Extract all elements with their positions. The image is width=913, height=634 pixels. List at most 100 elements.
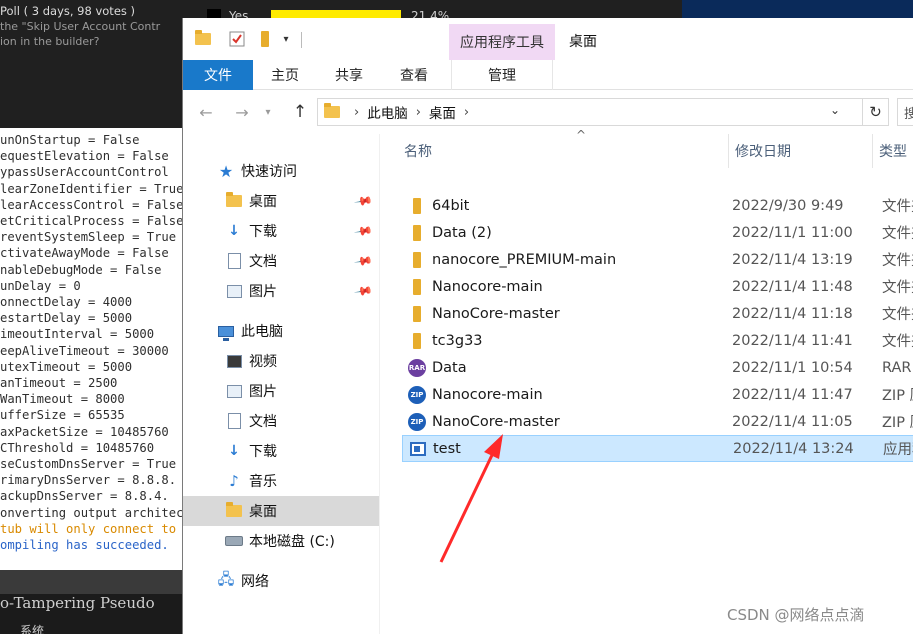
background-scrollbar[interactable]: [0, 570, 182, 594]
chevron-right-icon[interactable]: ›: [416, 105, 421, 120]
file-name: NanoCore-master: [432, 413, 560, 430]
tab-manage[interactable]: 管理: [451, 60, 553, 90]
sidebar-item-label: 桌面: [249, 194, 277, 210]
file-row[interactable]: NanoCore-master 2022/11/4 11:18 文件夹: [402, 300, 913, 327]
poll-question-2: ion in the builder?: [0, 35, 100, 48]
console-line: unOnStartup = False: [0, 133, 140, 147]
file-modified-date: 2022/11/1 10:54: [732, 359, 853, 376]
tab-file[interactable]: 文件: [183, 60, 253, 90]
file-name: test: [433, 440, 461, 457]
sidebar-item-pictures[interactable]: 图片: [183, 376, 379, 406]
sidebar-item-label: 文档: [249, 254, 277, 270]
pin-icon[interactable]: 📌: [353, 281, 373, 301]
file-modified-date: 2022/11/4 11:48: [732, 278, 853, 295]
folder-icon: [406, 196, 428, 216]
file-row[interactable]: nanocore_PREMIUM-main 2022/11/4 13:19 文件夹: [402, 246, 913, 273]
sidebar-item-music[interactable]: ♪ 音乐: [183, 466, 379, 496]
screen: Poll ( 3 days, 98 votes ) the "Skip User …: [0, 0, 913, 634]
column-header-date[interactable]: 修改日期: [728, 134, 791, 168]
address-folder-icon: [324, 103, 346, 118]
console-line: seCustomDnsServer = True: [0, 457, 177, 472]
file-name: nanocore_PREMIUM-main: [432, 251, 617, 268]
console-line: CThreshold = 10485760: [0, 440, 155, 455]
column-header-date-label: 修改日期: [735, 144, 791, 160]
column-header-type-label: 类型: [879, 144, 907, 160]
console-line: eepAliveTimeout = 30000: [0, 343, 169, 358]
sidebar-item-documents-quick[interactable]: 文档 📌: [183, 246, 379, 276]
sidebar-quick-access[interactable]: ★ 快速访问: [183, 156, 379, 186]
file-row[interactable]: RAR Data 2022/11/1 10:54 RAR: [402, 354, 913, 381]
sort-ascending-icon: ^: [576, 128, 587, 142]
file-type: 应用程: [883, 442, 913, 458]
sidebar-this-pc[interactable]: 此电脑: [183, 316, 379, 346]
file-row[interactable]: 64bit 2022/9/30 9:49 文件夹: [402, 192, 913, 219]
sidebar-item-label: 视频: [249, 354, 277, 370]
music-icon: ♪: [229, 472, 239, 490]
file-name: tc3g33: [432, 332, 483, 349]
up-arrow-icon[interactable]: ↑: [289, 102, 311, 122]
sidebar-network[interactable]: 🖧 网络: [183, 566, 379, 596]
breadcrumb-this-pc[interactable]: 此电脑: [367, 102, 408, 122]
forward-arrow-icon[interactable]: →: [231, 102, 253, 122]
poll-header: Poll ( 3 days, 98 votes ) the "Skip User …: [0, 4, 182, 49]
zip-icon: ZIP: [406, 385, 428, 405]
file-row[interactable]: test 2022/11/4 13:24 应用程: [402, 435, 913, 462]
pin-icon[interactable]: 📌: [353, 191, 373, 211]
file-row[interactable]: ZIPNanocore-main 2022/11/4 11:47 ZIP 压: [402, 381, 913, 408]
console-line: ypassUserAccountControl: [0, 165, 169, 180]
pin-icon[interactable]: 📌: [353, 251, 373, 271]
sidebar-item-downloads[interactable]: ↓ 下载: [183, 436, 379, 466]
back-arrow-icon[interactable]: ←: [195, 102, 217, 122]
file-row[interactable]: ZIPNanoCore-master 2022/11/4 11:05 ZIP 压: [402, 408, 913, 435]
folder-icon: [406, 331, 428, 351]
new-folder-icon[interactable]: [255, 30, 275, 48]
sidebar-item-label: 图片: [249, 284, 277, 300]
file-type: 文件夹: [882, 226, 913, 242]
refresh-icon[interactable]: ↻: [863, 98, 889, 126]
address-dropdown-chevron-icon[interactable]: ⌄: [830, 103, 840, 117]
file-modified-date: 2022/11/1 11:00: [732, 224, 853, 241]
file-row[interactable]: Nanocore-main 2022/11/4 11:48 文件夹: [402, 273, 913, 300]
sidebar-item-desktop-quick[interactable]: 桌面 📌: [183, 186, 379, 216]
rar-icon: RAR: [406, 358, 428, 378]
sidebar-item-desktop[interactable]: 桌面: [183, 496, 379, 526]
file-name: Nanocore-main: [432, 386, 543, 403]
console-line: reventSystemSleep = True: [0, 230, 177, 245]
sidebar-item-label: 下载: [249, 444, 277, 460]
sidebar-item-documents[interactable]: 文档: [183, 406, 379, 436]
folder-icon: [406, 304, 428, 324]
app-tools-context-tab[interactable]: 应用程序工具: [449, 24, 555, 60]
chevron-right-icon[interactable]: ›: [464, 105, 469, 120]
folder-app-icon[interactable]: [193, 30, 213, 48]
file-type: RAR: [882, 359, 912, 376]
file-row[interactable]: tc3g33 2022/11/4 11:41 文件夹: [402, 327, 913, 354]
breadcrumb-desktop[interactable]: 桌面: [429, 102, 456, 122]
recent-locations-chevron-icon[interactable]: ▾: [257, 102, 279, 122]
console-line: utexTimeout = 5000: [0, 359, 133, 374]
sidebar-item-videos[interactable]: 视频: [183, 346, 379, 376]
sidebar-item-downloads-quick[interactable]: ↓ 下载 📌: [183, 216, 379, 246]
sidebar-item-pictures-quick[interactable]: 图片 📌: [183, 276, 379, 306]
pin-icon[interactable]: 📌: [353, 221, 373, 241]
network-icon: 🖧: [217, 569, 235, 588]
title-bar: ▾ 应用程序工具 桌面: [183, 18, 913, 60]
search-input[interactable]: 搜: [897, 98, 913, 126]
column-header-type[interactable]: 类型: [872, 134, 907, 168]
quick-access-dropdown-icon[interactable]: ▾: [279, 30, 293, 48]
chevron-right-icon[interactable]: ›: [354, 105, 359, 120]
sidebar-item-local-disk[interactable]: 本地磁盘 (C:): [183, 526, 379, 556]
column-header-name[interactable]: 名称 ^: [404, 128, 586, 168]
file-list: 名称 ^ 修改日期 类型 64bit2022/9/30 9:49文件夹Data …: [380, 128, 913, 634]
console-line: ufferSize = 65535: [0, 408, 125, 423]
tab-share[interactable]: 共享: [317, 60, 381, 90]
console-line: axPacketSize = 10485760: [0, 424, 169, 439]
folder-icon: [406, 250, 428, 270]
console-line: imeoutInterval = 5000: [0, 327, 155, 342]
tab-view[interactable]: 查看: [381, 60, 447, 90]
file-type: 文件夹: [882, 199, 913, 215]
window-title: 桌面: [569, 34, 597, 50]
properties-icon[interactable]: [227, 30, 247, 48]
address-bar[interactable]: › 此电脑 › 桌面 › ⌄: [317, 98, 863, 126]
file-row[interactable]: Data (2) 2022/11/1 11:00 文件夹: [402, 219, 913, 246]
tab-home[interactable]: 主页: [253, 60, 317, 90]
